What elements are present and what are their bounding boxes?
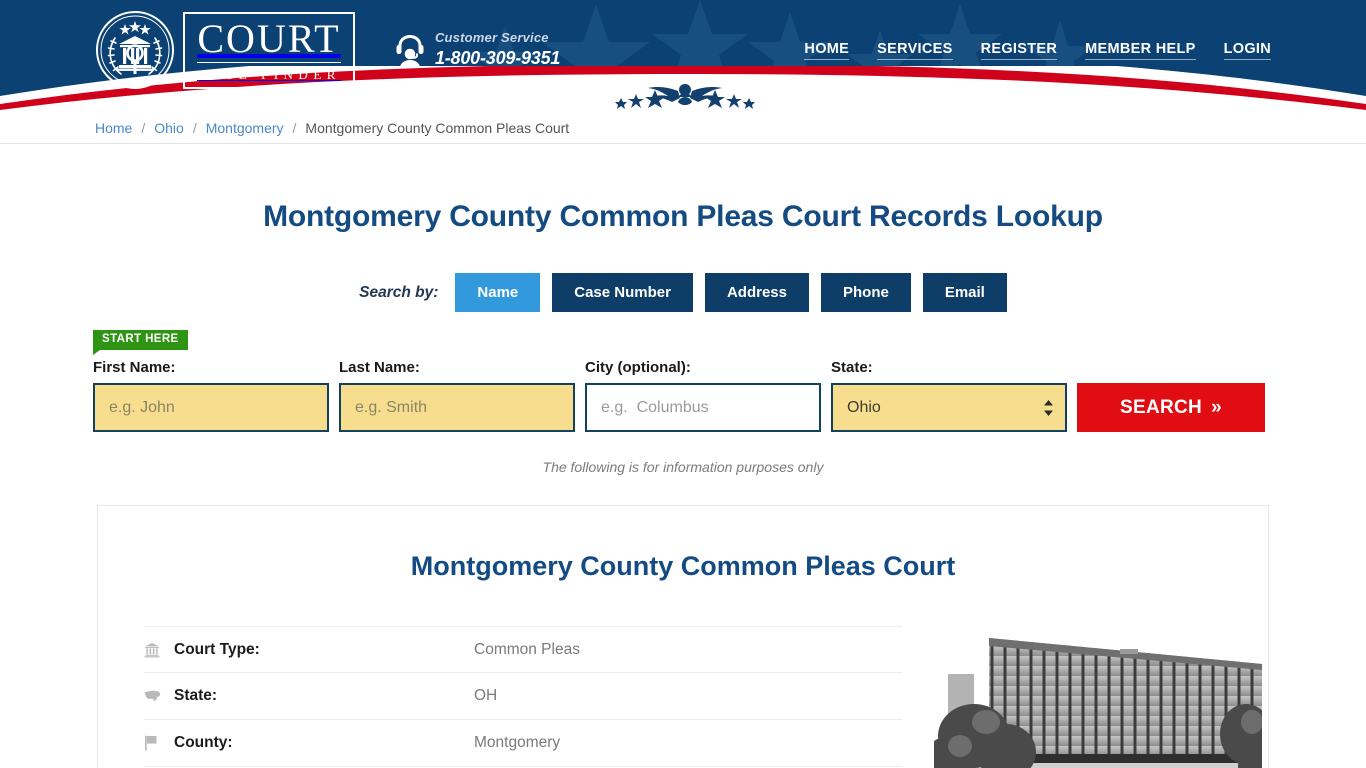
table-row: Court Type: Common Pleas	[144, 626, 902, 673]
first-name-field-group: First Name:	[93, 359, 329, 432]
search-by-label: Search by:	[359, 283, 439, 301]
city-input[interactable]	[585, 383, 821, 432]
tab-email[interactable]: Email	[922, 273, 1007, 312]
search-by-row: Search by: Name Case Number Address Phon…	[93, 273, 1273, 312]
search-form-row: First Name: Last Name: City (optional): …	[93, 330, 1273, 432]
search-form: START HERE First Name: Last Name: City (…	[93, 330, 1273, 432]
customer-service-label: Customer Service	[434, 30, 549, 46]
tab-case-number[interactable]: Case Number	[552, 273, 693, 312]
logo-sub-text: CASE FINDER	[197, 66, 341, 82]
flag-icon	[144, 735, 174, 751]
customer-service-block: Customer Service 1-800-309-9351	[395, 27, 560, 73]
search-button[interactable]: SEARCH »	[1077, 383, 1265, 432]
city-label: City (optional):	[585, 359, 691, 376]
breadcrumb-separator: /	[192, 119, 197, 136]
nav-item-member-help[interactable]: MEMBER HELP	[1085, 41, 1196, 60]
breadcrumb-separator: /	[292, 119, 297, 136]
breadcrumb-item-ohio[interactable]: Ohio	[154, 120, 184, 136]
nav-item-register[interactable]: REGISTER	[980, 41, 1058, 60]
detail-label-county: County:	[174, 734, 233, 751]
court-info-card: Montgomery County Common Pleas Court Cou…	[97, 505, 1269, 768]
customer-service-phone: 1-800-309-9351	[434, 48, 561, 69]
state-select[interactable]: Ohio	[831, 383, 1067, 432]
court-card-body: Court Type: Common Pleas State: OH Count…	[144, 626, 1262, 768]
main-navigation: HOME SERVICES REGISTER MEMBER HELP LOGIN	[804, 41, 1273, 60]
logo-main-text: COURT	[197, 15, 341, 63]
court-seal-icon	[96, 11, 174, 89]
tab-address[interactable]: Address	[704, 273, 809, 312]
logo-wordmark: COURT CASE FINDER	[183, 11, 355, 89]
start-here-badge: START HERE	[93, 330, 188, 354]
court-card-title: Montgomery County Common Pleas Court	[410, 551, 956, 581]
nav-item-services[interactable]: SERVICES	[877, 41, 953, 60]
nav-item-home[interactable]: HOME	[804, 41, 850, 60]
breadcrumb-bar: Home / Ohio / Montgomery / Montgomery Co…	[0, 112, 1366, 144]
detail-value-court-type: Common Pleas	[474, 640, 580, 658]
tab-name[interactable]: Name	[455, 273, 541, 312]
site-header: COURT CASE FINDER Customer Service 1-800…	[0, 0, 1366, 112]
detail-value-county: Montgomery	[474, 734, 561, 751]
breadcrumb-item-current: Montgomery County Common Pleas Court	[305, 119, 570, 136]
last-name-input[interactable]	[339, 383, 575, 432]
state-field-group: State: Ohio	[831, 359, 1067, 432]
first-name-label: First Name:	[93, 359, 176, 376]
courthouse-photo	[934, 626, 1262, 768]
breadcrumb-item-montgomery[interactable]: Montgomery	[206, 120, 284, 136]
last-name-label: Last Name:	[339, 359, 420, 376]
us-map-icon	[144, 689, 174, 703]
court-detail-table: Court Type: Common Pleas State: OH Count…	[144, 626, 902, 768]
detail-label-state: State:	[174, 687, 218, 704]
state-label: State:	[831, 359, 873, 376]
double-chevron-right-icon: »	[1211, 396, 1222, 418]
table-row: State: OH	[144, 673, 902, 720]
detail-value-state: OH	[474, 687, 498, 704]
headset-support-icon	[396, 35, 424, 67]
breadcrumb-item-home[interactable]: Home	[95, 120, 132, 136]
disclaimer-text: The following is for information purpose…	[542, 459, 824, 475]
search-button-label: SEARCH	[1120, 396, 1203, 418]
table-row: County: Montgomery	[144, 720, 902, 767]
breadcrumb: Home / Ohio / Montgomery / Montgomery Co…	[93, 120, 1273, 136]
courthouse-icon	[144, 642, 174, 658]
site-logo[interactable]: COURT CASE FINDER	[95, 8, 355, 92]
page-title: Montgomery County Common Pleas Court Rec…	[263, 200, 1103, 233]
detail-label-court-type: Court Type:	[174, 640, 260, 658]
last-name-field-group: Last Name:	[339, 359, 575, 432]
tab-phone[interactable]: Phone	[820, 273, 911, 312]
breadcrumb-separator: /	[141, 119, 146, 136]
nav-item-login[interactable]: LOGIN	[1223, 41, 1271, 60]
first-name-input[interactable]	[93, 383, 329, 432]
city-field-group: City (optional):	[585, 359, 821, 432]
